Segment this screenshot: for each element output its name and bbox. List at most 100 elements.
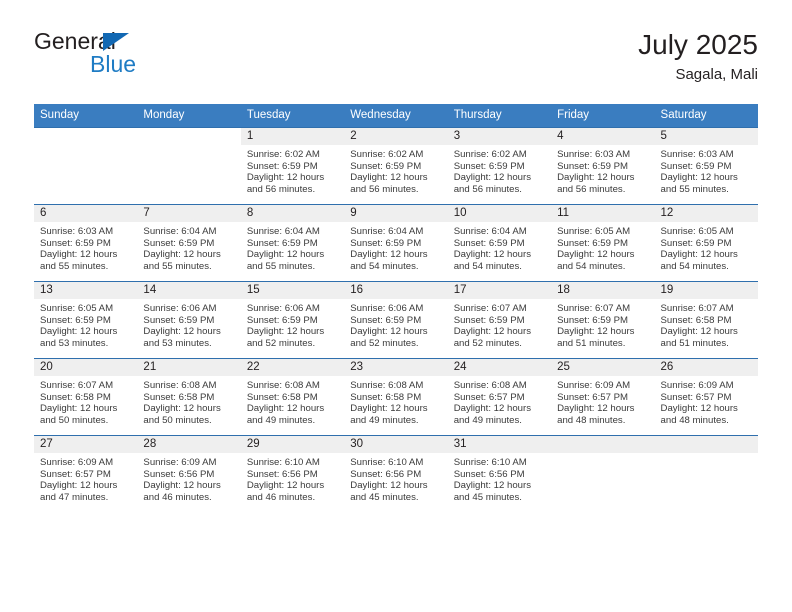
calendar-day-cell: 28 Sunrise: 6:09 AM Sunset: 6:56 PM Dayligh… — [137, 435, 241, 512]
sunset-text: Sunset: 6:57 PM — [660, 391, 732, 403]
sunset-text: Sunset: 6:59 PM — [350, 160, 422, 172]
day-details: Sunrise: 6:07 AM Sunset: 6:58 PM Daylight:… — [34, 376, 137, 426]
sunset-text: Sunset: 6:59 PM — [557, 160, 629, 172]
calendar-day-cell: 12 Sunrise: 6:05 AM Sunset: 6:59 PM Dayligh… — [654, 204, 758, 282]
brand-logo: General Blue — [34, 28, 274, 88]
sunset-text: Sunset: 6:59 PM — [453, 237, 525, 249]
sunrise-text: Sunrise: 6:09 AM — [143, 457, 217, 468]
day-details: Sunrise: 6:02 AM Sunset: 6:59 PM Daylight:… — [344, 145, 447, 195]
day-details: Sunrise: 6:09 AM Sunset: 6:57 PM Daylight:… — [551, 376, 654, 426]
day-details: Sunrise: 6:10 AM Sunset: 6:56 PM Daylight:… — [344, 453, 447, 503]
daylight-text-line1: Daylight: 12 hours — [40, 326, 118, 338]
daylight-text-line1: Daylight: 12 hours — [350, 326, 428, 338]
sunset-text: Sunset: 6:57 PM — [557, 391, 629, 403]
sunrise-text: Sunrise: 6:09 AM — [40, 457, 114, 468]
sunrise-text: Sunrise: 6:10 AM — [350, 457, 424, 468]
calendar-day-cell: 16 Sunrise: 6:06 AM Sunset: 6:59 PM Dayligh… — [344, 281, 448, 359]
sunset-text: Sunset: 6:59 PM — [40, 237, 111, 249]
sunrise-text: Sunrise: 6:09 AM — [660, 380, 734, 391]
day-number: 3 — [447, 128, 552, 145]
daylight-text-line1: Daylight: 12 hours — [40, 480, 118, 492]
sunrise-text: Sunrise: 6:04 AM — [246, 226, 320, 237]
daylight-text-line2: and 49 minutes. — [246, 414, 316, 426]
sunset-text: Sunset: 6:57 PM — [40, 468, 111, 480]
page-title: July 2025 — [638, 29, 758, 60]
daylight-text-line1: Daylight: 12 hours — [557, 403, 635, 415]
daylight-text-line1: Daylight: 12 hours — [453, 249, 532, 261]
day-details: Sunrise: 6:10 AM Sunset: 6:56 PM Daylight:… — [241, 453, 344, 503]
sunset-text: Sunset: 6:58 PM — [660, 314, 732, 326]
daylight-text-line1: Daylight: 12 hours — [246, 480, 325, 492]
day-number: 19 — [654, 282, 758, 299]
weekday-header-wednesday: Wednesday — [344, 104, 448, 128]
sunset-text: Sunset: 6:56 PM — [350, 468, 422, 480]
daylight-text-line2: and 55 minutes. — [40, 260, 109, 272]
weekday-header-thursday: Thursday — [447, 104, 552, 128]
calendar-week-row: 13 Sunrise: 6:05 AM Sunset: 6:59 PM Dayligh… — [34, 281, 758, 359]
day-details: Sunrise: 6:04 AM Sunset: 6:59 PM Daylight:… — [344, 222, 447, 272]
daylight-text-line1: Daylight: 12 hours — [40, 403, 118, 415]
sunset-text: Sunset: 6:59 PM — [143, 237, 215, 249]
day-details: Sunrise: 6:06 AM Sunset: 6:59 PM Daylight:… — [241, 299, 344, 349]
daylight-text-line2: and 56 minutes. — [557, 183, 626, 195]
daylight-text-line2: and 55 minutes. — [143, 260, 212, 272]
calendar-day-cell: 14 Sunrise: 6:06 AM Sunset: 6:59 PM Dayligh… — [137, 281, 241, 359]
daylight-text-line2: and 53 minutes. — [40, 337, 109, 349]
sunrise-text: Sunrise: 6:08 AM — [246, 380, 320, 391]
day-number: 8 — [240, 205, 345, 222]
sunrise-text: Sunrise: 6:04 AM — [453, 226, 527, 237]
calendar-day-cell: 9 Sunrise: 6:04 AM Sunset: 6:59 PM Daylight… — [344, 204, 448, 282]
day-number: 15 — [240, 282, 345, 299]
day-number: 23 — [344, 359, 448, 376]
day-number: 1 — [240, 128, 345, 145]
daylight-text-line2: and 52 minutes. — [350, 337, 419, 349]
sunset-text: Sunset: 6:59 PM — [350, 237, 422, 249]
calendar-day-cell: 17 Sunrise: 6:07 AM Sunset: 6:59 PM Dayligh… — [447, 281, 552, 359]
calendar-day-cell-empty — [137, 127, 241, 205]
calendar-day-cell: 7 Sunrise: 6:04 AM Sunset: 6:59 PM Daylight… — [137, 204, 241, 282]
calendar-week-row: 1 Sunrise: 6:02 AM Sunset: 6:59 PM Daylight… — [34, 127, 758, 205]
calendar-day-cell: 15 Sunrise: 6:06 AM Sunset: 6:59 PM Dayligh… — [240, 281, 345, 359]
daylight-text-line1: Daylight: 12 hours — [143, 326, 221, 338]
daylight-text-line1: Daylight: 12 hours — [143, 480, 221, 492]
day-number: 25 — [551, 359, 655, 376]
day-number: 30 — [344, 436, 448, 453]
daylight-text-line1: Daylight: 12 hours — [40, 249, 118, 261]
daylight-text-line2: and 45 minutes. — [350, 491, 419, 503]
day-number: 24 — [447, 359, 552, 376]
sunrise-text: Sunrise: 6:03 AM — [660, 149, 734, 160]
day-details: Sunrise: 6:07 AM Sunset: 6:59 PM Daylight:… — [551, 299, 654, 349]
calendar-day-cell: 2 Sunrise: 6:02 AM Sunset: 6:59 PM Daylight… — [344, 127, 448, 205]
calendar-day-cell: 31 Sunrise: 6:10 AM Sunset: 6:56 PM Dayligh… — [447, 435, 552, 512]
daylight-text-line2: and 47 minutes. — [40, 491, 109, 503]
sunrise-text: Sunrise: 6:04 AM — [350, 226, 424, 237]
day-number: 11 — [551, 205, 655, 222]
day-number: 12 — [654, 205, 758, 222]
sunrise-text: Sunrise: 6:03 AM — [40, 226, 114, 237]
daylight-text-line1: Daylight: 12 hours — [143, 403, 221, 415]
calendar-day-cell: 29 Sunrise: 6:10 AM Sunset: 6:56 PM Dayligh… — [240, 435, 345, 512]
sunset-text: Sunset: 6:59 PM — [660, 237, 732, 249]
daylight-text-line2: and 53 minutes. — [143, 337, 212, 349]
daylight-text-line1: Daylight: 12 hours — [660, 249, 738, 261]
day-number: 18 — [551, 282, 655, 299]
day-details: Sunrise: 6:02 AM Sunset: 6:59 PM Daylight:… — [241, 145, 344, 195]
sunset-text: Sunset: 6:59 PM — [350, 314, 422, 326]
calendar-week-row: 20 Sunrise: 6:07 AM Sunset: 6:58 PM Dayligh… — [34, 358, 758, 436]
sunset-text: Sunset: 6:59 PM — [557, 237, 629, 249]
weekday-header-row: Sunday Monday Tuesday Wednesday Thursday… — [34, 104, 758, 128]
weekday-header-saturday: Saturday — [654, 104, 758, 128]
sunset-text: Sunset: 6:56 PM — [246, 468, 318, 480]
triangle-icon — [103, 33, 129, 51]
sunrise-text: Sunrise: 6:05 AM — [557, 226, 631, 237]
sunset-text: Sunset: 6:59 PM — [143, 314, 215, 326]
day-number: 7 — [137, 205, 241, 222]
day-number: 16 — [344, 282, 448, 299]
day-number: 2 — [344, 128, 448, 145]
weekday-header-sunday: Sunday — [34, 104, 138, 128]
calendar-page: General Blue July 2025 Sagala, Mali Sund… — [0, 0, 792, 612]
day-number: 14 — [137, 282, 241, 299]
sunrise-text: Sunrise: 6:07 AM — [453, 303, 527, 314]
day-details: Sunrise: 6:06 AM Sunset: 6:59 PM Daylight:… — [344, 299, 447, 349]
sunset-text: Sunset: 6:59 PM — [453, 314, 525, 326]
